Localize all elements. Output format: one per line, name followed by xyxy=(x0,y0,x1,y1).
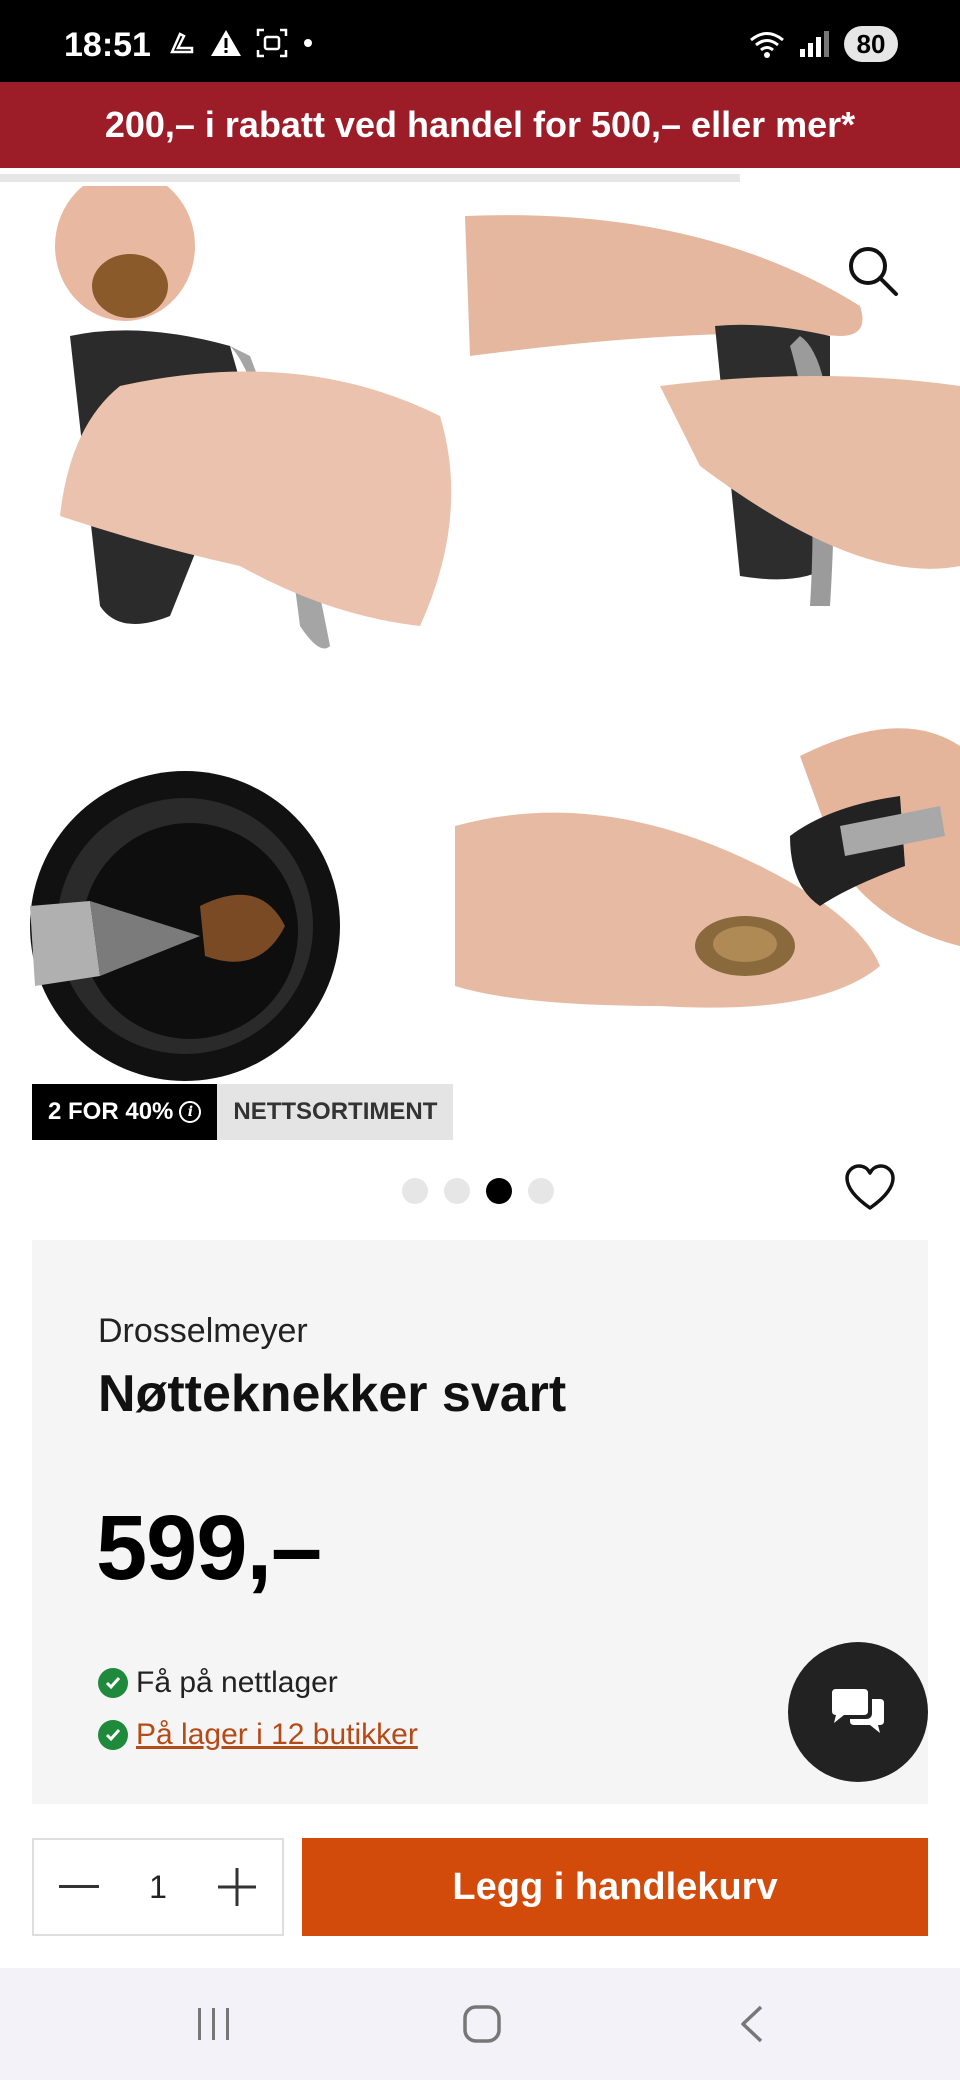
search-icon xyxy=(849,247,898,296)
stock-online-text: Få på nettlager xyxy=(136,1666,338,1699)
decrease-quantity-button[interactable] xyxy=(54,1862,104,1912)
screenshot-icon xyxy=(256,28,288,58)
promo-text: 200,– i rabatt ved handel for 500,– elle… xyxy=(104,104,856,145)
minus-icon xyxy=(59,1885,99,1888)
product-image xyxy=(30,186,960,1081)
carousel-dot[interactable] xyxy=(528,1178,554,1204)
zoom-button[interactable] xyxy=(846,244,902,300)
status-bar: 18:51 80 xyxy=(0,0,960,82)
product-badges: 2 FOR 40% i NETTSORTIMENT xyxy=(32,1084,454,1140)
carousel-dot-active[interactable] xyxy=(486,1178,512,1204)
check-icon xyxy=(98,1720,128,1750)
plus-icon xyxy=(217,1868,256,1906)
increase-quantity-button[interactable] xyxy=(212,1862,262,1912)
stock-stores-text: På lager i 12 butikker xyxy=(136,1718,418,1751)
stock-online-row: Få på nettlager xyxy=(98,1666,338,1700)
product-brand[interactable]: Drosselmeyer xyxy=(98,1312,308,1351)
status-icons-left xyxy=(166,28,314,58)
battery-indicator: 80 xyxy=(844,26,898,62)
scroll-progress-bar xyxy=(0,174,740,182)
recent-apps-button[interactable] xyxy=(184,1996,244,2052)
quantity-stepper: 1 xyxy=(32,1838,284,1936)
carousel-dot[interactable] xyxy=(444,1178,470,1204)
web-only-badge: NETTSORTIMENT xyxy=(217,1084,454,1140)
discount-badge[interactable]: 2 FOR 40% i xyxy=(32,1084,218,1140)
back-icon xyxy=(741,2005,763,2043)
quantity-value[interactable]: 1 xyxy=(149,1869,167,1906)
boot-icon xyxy=(170,32,194,54)
warning-icon xyxy=(211,30,241,56)
status-icons-right: 80 xyxy=(748,26,898,62)
image-panel-cracked-nut xyxy=(455,728,960,1008)
image-panel-hold xyxy=(55,186,452,649)
product-price: 599,– xyxy=(96,1497,322,1599)
promo-banner[interactable]: 200,– i rabatt ved handel for 500,– elle… xyxy=(0,82,960,168)
carousel-dots xyxy=(402,1178,554,1204)
discount-badge-label: 2 FOR 40% xyxy=(48,1098,174,1125)
add-to-cart-button[interactable]: Legg i handlekurv xyxy=(302,1838,928,1936)
signal-icon xyxy=(800,31,829,57)
recent-apps-icon xyxy=(198,2008,229,2040)
status-time: 18:51 xyxy=(64,26,151,64)
system-nav-bar xyxy=(0,1968,960,2080)
image-panel-top-view xyxy=(30,771,340,1081)
favorite-button[interactable] xyxy=(845,1164,895,1212)
home-button[interactable] xyxy=(452,1996,512,2052)
chat-button[interactable] xyxy=(788,1642,928,1782)
product-image-gallery[interactable]: 2 FOR 40% i NETTSORTIMENT xyxy=(0,186,960,1146)
carousel-dot[interactable] xyxy=(402,1178,428,1204)
wifi-icon xyxy=(750,32,784,58)
check-icon xyxy=(98,1668,128,1698)
back-button[interactable] xyxy=(722,1996,782,2052)
info-icon: i xyxy=(179,1101,202,1123)
chat-icon xyxy=(832,1689,884,1733)
stock-stores-link[interactable]: På lager i 12 butikker xyxy=(98,1718,418,1752)
heart-icon xyxy=(845,1164,895,1210)
web-only-badge-label: NETTSORTIMENT xyxy=(233,1098,438,1125)
dot-icon xyxy=(304,39,312,47)
home-icon xyxy=(463,2005,501,2043)
product-title: Nøtteknekker svart xyxy=(98,1365,567,1423)
